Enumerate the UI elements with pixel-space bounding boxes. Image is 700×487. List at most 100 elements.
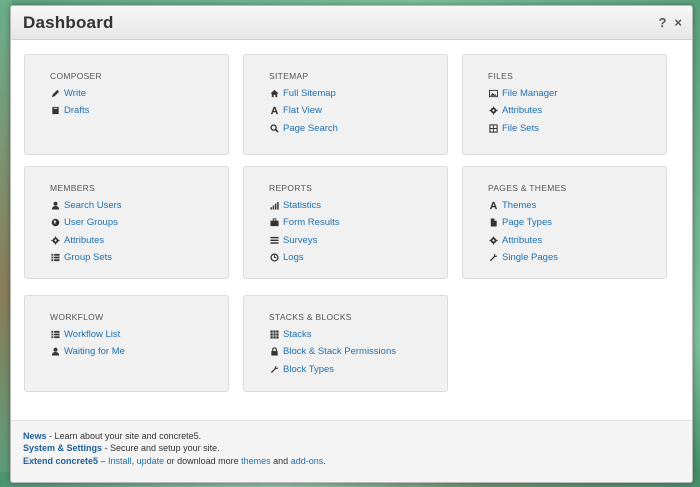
panel-title: MEMBERS — [50, 183, 96, 193]
link-composer-write[interactable]: Write — [50, 85, 228, 102]
link-workflow-workflow-list[interactable]: Workflow List — [50, 326, 228, 343]
link-label: Full Sitemap — [283, 88, 336, 100]
link-pages-and-themes-attributes[interactable]: Attributes — [488, 232, 666, 249]
panel-reports: REPORTS Statistics Form Results Surveys Logs — [243, 166, 448, 279]
list-icon — [50, 330, 60, 340]
panel-title: COMPOSER — [50, 71, 102, 81]
help-button[interactable]: ? — [658, 15, 666, 30]
user-icon — [50, 347, 60, 357]
list-icon — [50, 253, 60, 263]
link-label: User Groups — [64, 217, 118, 229]
panel-workflow: WORKFLOW Workflow List Waiting for Me — [24, 295, 229, 392]
extend-end: . — [323, 455, 326, 466]
panel-title: REPORTS — [269, 183, 313, 193]
link-sitemap-flat-view[interactable]: Flat View — [269, 102, 447, 119]
link-stacks-and-blocks-block-types[interactable]: Block Types — [269, 361, 447, 378]
wrench-icon — [488, 253, 498, 263]
link-pages-and-themes-page-types[interactable]: Page Types — [488, 214, 666, 231]
link-members-search-users[interactable]: Search Users — [50, 197, 228, 214]
link-label: Logs — [283, 252, 304, 264]
book-icon — [50, 106, 60, 116]
update-link[interactable]: update — [137, 456, 165, 466]
link-pages-and-themes-single-pages[interactable]: Single Pages — [488, 249, 666, 266]
link-label: Search Users — [64, 200, 122, 212]
addons-link[interactable]: add-ons — [291, 456, 324, 466]
font-icon — [488, 201, 498, 211]
panel-pages-and-themes: PAGES & THEMES Themes Page Types Attributes… — [462, 166, 667, 279]
link-files-file-sets[interactable]: File Sets — [488, 120, 666, 137]
panel-title: PAGES & THEMES — [488, 183, 567, 193]
news-text: - Learn about your site and concrete5. — [46, 431, 202, 441]
link-label: Attributes — [502, 234, 543, 246]
link-composer-drafts[interactable]: Drafts — [50, 102, 228, 119]
user-icon — [50, 201, 60, 211]
footer-extend-line: Extend concrete5 – Install, update or do… — [23, 455, 692, 468]
extend-link[interactable]: Extend concrete5 — [23, 456, 98, 466]
dashboard-window: Dashboard ? × COMPOSER Write Drafts SITEMAP… — [10, 5, 693, 483]
extend-sep: – — [98, 455, 109, 466]
link-pages-and-themes-themes[interactable]: Themes — [488, 197, 666, 214]
window-title: Dashboard — [23, 13, 114, 32]
link-label: Attributes — [502, 105, 543, 117]
link-label: Group Sets — [64, 252, 113, 264]
signal-icon — [269, 201, 279, 211]
wrench-icon — [269, 364, 279, 374]
link-stacks-and-blocks-block-and-stack-permissions[interactable]: Block & Stack Permissions — [269, 343, 447, 360]
panel-files: FILES File Manager Attributes File Sets — [462, 54, 667, 155]
link-label: Themes — [502, 200, 537, 212]
window-titlebar: Dashboard ? × — [11, 6, 692, 40]
panel-title: FILES — [488, 71, 514, 81]
link-label: Waiting for Me — [64, 346, 125, 358]
system-settings-link[interactable]: System & Settings — [23, 443, 102, 453]
window-actions: ? × — [658, 15, 682, 30]
link-members-user-groups[interactable]: User Groups — [50, 214, 228, 231]
link-label: Page Types — [502, 217, 553, 229]
link-label: Write — [64, 88, 86, 100]
grid-icon — [269, 330, 279, 340]
panel-title: STACKS & BLOCKS — [269, 312, 352, 322]
link-stacks-and-blocks-stacks[interactable]: Stacks — [269, 326, 447, 343]
link-label: Statistics — [283, 200, 322, 212]
gear-icon — [50, 235, 60, 245]
link-reports-logs[interactable]: Logs — [269, 249, 447, 266]
link-label: Single Pages — [502, 252, 558, 264]
link-files-attributes[interactable]: Attributes — [488, 102, 666, 119]
link-workflow-waiting-for-me[interactable]: Waiting for Me — [50, 343, 228, 360]
link-label: Stacks — [283, 329, 312, 341]
link-reports-surveys[interactable]: Surveys — [269, 232, 447, 249]
link-sitemap-full-sitemap[interactable]: Full Sitemap — [269, 85, 447, 102]
extend-and: and — [270, 455, 291, 466]
clock-icon — [269, 253, 279, 263]
link-label: Drafts — [64, 105, 90, 117]
link-label: File Sets — [502, 122, 539, 134]
link-label: Form Results — [283, 217, 340, 229]
dashboard-footer: News - Learn about your site and concret… — [11, 420, 692, 482]
extend-mid: or download more — [164, 455, 242, 466]
system-text: - Secure and setup your site. — [102, 443, 220, 454]
link-files-file-manager[interactable]: File Manager — [488, 85, 666, 102]
dashboard-content: COMPOSER Write Drafts SITEMAP Full Sitemap Fl… — [11, 40, 692, 420]
link-members-group-sets[interactable]: Group Sets — [50, 249, 228, 266]
link-label: Page Search — [283, 122, 338, 134]
link-label: Surveys — [283, 234, 318, 246]
panel-members: MEMBERS Search Users User Groups Attributes… — [24, 166, 229, 279]
link-reports-statistics[interactable]: Statistics — [269, 197, 447, 214]
panel-title: SITEMAP — [269, 71, 309, 81]
link-members-attributes[interactable]: Attributes — [50, 232, 228, 249]
file-icon — [488, 218, 498, 228]
globe-icon — [50, 218, 60, 228]
link-reports-form-results[interactable]: Form Results — [269, 214, 447, 231]
pencil-icon — [50, 89, 60, 99]
news-link[interactable]: News — [23, 431, 47, 441]
home-icon — [269, 89, 279, 99]
link-sitemap-page-search[interactable]: Page Search — [269, 120, 447, 137]
link-label: Attributes — [64, 234, 105, 246]
lock-icon — [269, 347, 279, 357]
themes-link[interactable]: themes — [241, 456, 271, 466]
install-link[interactable]: Install — [108, 456, 132, 466]
panel-stacks-and-blocks: STACKS & BLOCKS Stacks Block & Stack Permi… — [243, 295, 448, 392]
link-label: Block & Stack Permissions — [283, 346, 396, 358]
footer-system-line: System & Settings - Secure and setup you… — [23, 443, 692, 455]
close-button[interactable]: × — [674, 15, 682, 30]
link-label: File Manager — [502, 88, 558, 100]
